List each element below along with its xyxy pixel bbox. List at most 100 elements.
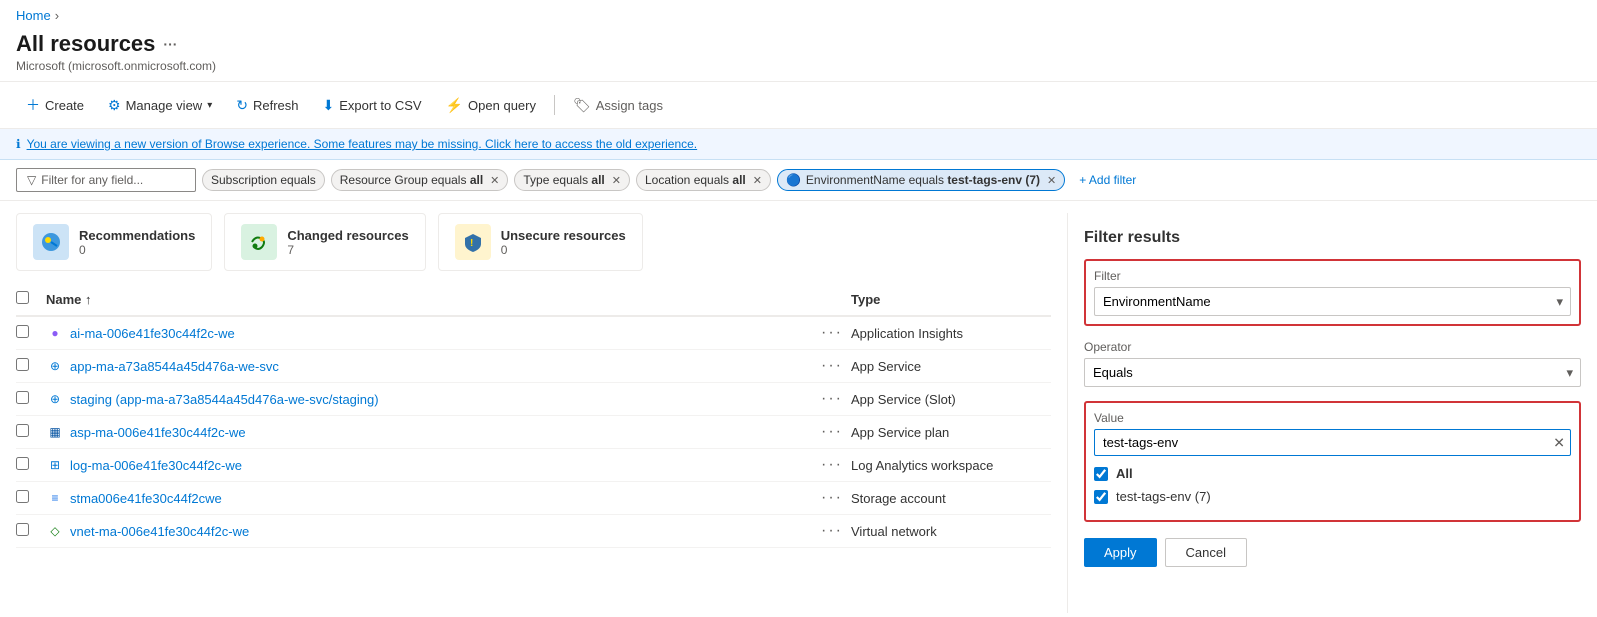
col-name-header: Name ↑ <box>46 292 821 307</box>
col-type-header: Type <box>851 292 1051 307</box>
value-section: Value ✕ All test-tags-env (7) <box>1084 401 1581 522</box>
table-row: ⊕ staging (app-ma-a73a8544a45d476a-we-sv… <box>16 383 1051 416</box>
row-checkbox[interactable] <box>16 523 29 536</box>
page-title-text: All resources <box>16 31 155 57</box>
row-more-button[interactable]: ··· <box>821 390 843 407</box>
filter-results-panel: Filter results Filter EnvironmentName ▾ … <box>1067 213 1597 613</box>
filter-placeholder: Filter for any field... <box>41 173 143 187</box>
recommendations-card[interactable]: Recommendations 0 <box>16 213 212 271</box>
more-options-icon[interactable]: ··· <box>163 36 177 52</box>
filter-bar: ▽ Filter for any field... Subscription e… <box>0 160 1597 201</box>
row-more-button[interactable]: ··· <box>821 456 843 473</box>
filter-label: Filter <box>1094 269 1571 283</box>
type-filter-close[interactable]: ✕ <box>612 174 621 187</box>
row-more-button[interactable]: ··· <box>821 423 843 440</box>
type-filter-tag[interactable]: Type equals all ✕ <box>514 169 630 191</box>
select-all-checkbox[interactable] <box>16 291 29 304</box>
all-checkbox-label[interactable]: All <box>1116 466 1133 481</box>
resource-link[interactable]: ⊕ app-ma-a73a8544a45d476a-we-svc <box>46 357 821 375</box>
subscription-filter-tag[interactable]: Subscription equals <box>202 169 325 191</box>
operator-section: Operator Equals ▾ <box>1084 340 1581 387</box>
recommendations-text: Recommendations 0 <box>79 228 195 257</box>
filter-value-input[interactable] <box>1094 429 1571 456</box>
summary-cards: Recommendations 0 Changed resources 7 ! <box>0 201 1067 283</box>
location-filter-tag[interactable]: Location equals all ✕ <box>636 169 771 191</box>
left-panel: Recommendations 0 Changed resources 7 ! <box>0 201 1067 613</box>
table-header: Name ↑ Type <box>16 283 1051 317</box>
tag-icon: 🏷 <box>573 97 591 114</box>
resource-link[interactable]: ◇ vnet-ma-006e41fe30c44f2c-we <box>46 522 821 540</box>
row-checkbox[interactable] <box>16 358 29 371</box>
resource-icon: ⊕ <box>46 357 64 375</box>
resource-icon: ⊞ <box>46 456 64 474</box>
resource-link[interactable]: ▦ asp-ma-006e41fe30c44f2c-we <box>46 423 821 441</box>
filter-panel-title: Filter results <box>1084 229 1581 247</box>
unsecure-resources-text: Unsecure resources 0 <box>501 228 626 257</box>
row-checkbox[interactable] <box>16 457 29 470</box>
row-checkbox[interactable] <box>16 325 29 338</box>
refresh-icon: ↻ <box>236 97 248 114</box>
resource-link[interactable]: ● ai-ma-006e41fe30c44f2c-we <box>46 324 821 342</box>
row-more-button[interactable]: ··· <box>821 522 843 539</box>
row-more-button[interactable]: ··· <box>821 324 843 341</box>
changed-resources-icon <box>241 224 277 260</box>
resource-link[interactable]: ≡ stma006e41fe30c44f2cwe <box>46 489 821 507</box>
env-checkbox[interactable] <box>1094 490 1108 504</box>
add-filter-button[interactable]: + Add filter <box>1071 170 1144 190</box>
main-content: Recommendations 0 Changed resources 7 ! <box>0 201 1597 613</box>
env-checkbox-label[interactable]: test-tags-env (7) <box>1116 489 1211 504</box>
env-filter-tag[interactable]: 🔵 EnvironmentName equals test-tags-env (… <box>777 169 1065 191</box>
apply-button[interactable]: Apply <box>1084 538 1157 567</box>
info-banner-link[interactable]: You are viewing a new version of Browse … <box>27 137 698 151</box>
operator-select[interactable]: Equals <box>1084 358 1581 387</box>
operator-select-wrapper: Equals ▾ <box>1084 358 1581 387</box>
table-row: ◇ vnet-ma-006e41fe30c44f2c-we ··· Virtua… <box>16 515 1051 548</box>
row-more-button[interactable]: ··· <box>821 357 843 374</box>
row-checkbox[interactable] <box>16 391 29 404</box>
resource-group-filter-close[interactable]: ✕ <box>490 174 499 187</box>
row-checkbox[interactable] <box>16 490 29 503</box>
location-filter-close[interactable]: ✕ <box>753 174 762 187</box>
cancel-button[interactable]: Cancel <box>1165 538 1247 567</box>
env-filter-close[interactable]: ✕ <box>1047 174 1056 187</box>
filter-value-clear-button[interactable]: ✕ <box>1553 434 1565 451</box>
row-checkbox[interactable] <box>16 424 29 437</box>
query-icon: ⚡ <box>446 97 463 114</box>
breadcrumb: Home › <box>0 0 1597 27</box>
unsecure-resources-card[interactable]: ! Unsecure resources 0 <box>438 213 643 271</box>
filter-select[interactable]: EnvironmentName <box>1094 287 1571 316</box>
operator-label: Operator <box>1084 340 1581 354</box>
open-query-button[interactable]: ⚡ Open query <box>436 92 546 119</box>
filter-icon: ▽ <box>27 173 36 187</box>
table-row: ⊞ log-ma-006e41fe30c44f2c-we ··· Log Ana… <box>16 449 1051 482</box>
info-icon: ℹ <box>16 137 21 151</box>
table-row: ⊕ app-ma-a73a8544a45d476a-we-svc ··· App… <box>16 350 1051 383</box>
all-checkbox[interactable] <box>1094 467 1108 481</box>
page-header: All resources ··· Microsoft (microsoft.o… <box>0 27 1597 81</box>
env-filter-icon: 🔵 <box>786 173 801 187</box>
row-more-button[interactable]: ··· <box>821 489 843 506</box>
assign-tags-button[interactable]: 🏷 Assign tags <box>563 92 673 119</box>
resource-icon: ▦ <box>46 423 64 441</box>
panel-buttons: Apply Cancel <box>1084 538 1581 567</box>
recommendations-icon <box>33 224 69 260</box>
export-csv-button[interactable]: ⬇ Export to CSV <box>313 92 432 119</box>
resource-group-filter-tag[interactable]: Resource Group equals all ✕ <box>331 169 509 191</box>
export-icon: ⬇ <box>323 97 335 114</box>
changed-resources-card[interactable]: Changed resources 7 <box>224 213 425 271</box>
manage-view-button[interactable]: ⚙ Manage view ▾ <box>98 92 222 119</box>
resource-icon: ≡ <box>46 489 64 507</box>
refresh-button[interactable]: ↻ Refresh <box>226 92 308 119</box>
resource-link[interactable]: ⊕ staging (app-ma-a73a8544a45d476a-we-sv… <box>46 390 821 408</box>
resource-icon: ● <box>46 324 64 342</box>
create-button[interactable]: ＋ Create <box>16 90 94 120</box>
breadcrumb-home[interactable]: Home <box>16 8 51 23</box>
changed-resources-text: Changed resources 7 <box>287 228 408 257</box>
toolbar-divider <box>554 95 555 115</box>
filter-select-wrapper: EnvironmentName ▾ <box>1094 287 1571 316</box>
resource-table: Name ↑ Type ● ai-ma-006e41fe30c44f2c-we … <box>0 283 1067 548</box>
resource-link[interactable]: ⊞ log-ma-006e41fe30c44f2c-we <box>46 456 821 474</box>
filter-input[interactable]: ▽ Filter for any field... <box>16 168 196 192</box>
table-row: ▦ asp-ma-006e41fe30c44f2c-we ··· App Ser… <box>16 416 1051 449</box>
unsecure-resources-icon: ! <box>455 224 491 260</box>
